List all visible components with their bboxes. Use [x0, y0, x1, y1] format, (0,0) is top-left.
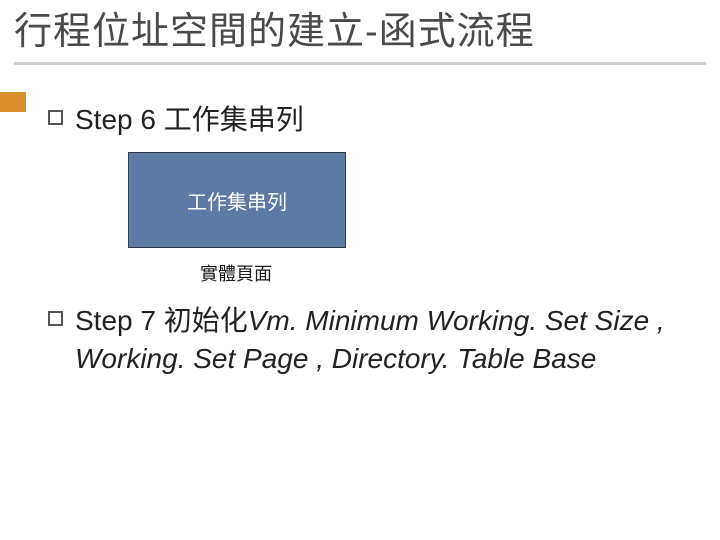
diagram-box-label: 工作集串列 [187, 186, 287, 215]
title-area: 行程位址空間的建立-函式流程 [0, 0, 720, 71]
slide: 行程位址空間的建立-函式流程 Step 6 工作集串列 工作集串列 實體頁面 S… [0, 0, 720, 540]
bullet-icon [48, 110, 63, 125]
diagram-caption: 實體頁面 [128, 260, 344, 286]
bullet-step7: Step 7 初始化Vm. Minimum Working. Set Size … [48, 302, 700, 378]
bullet-icon [48, 311, 63, 326]
step7-text: Step 7 初始化Vm. Minimum Working. Set Size … [75, 302, 700, 378]
diagram: 工作集串列 實體頁面 [128, 152, 348, 286]
diagram-box: 工作集串列 [128, 152, 346, 248]
slide-title: 行程位址空間的建立-函式流程 [14, 10, 706, 56]
bullet-step6: Step 6 工作集串列 [48, 101, 700, 139]
title-underline [14, 62, 706, 65]
accent-bar [0, 92, 26, 112]
slide-body: Step 6 工作集串列 工作集串列 實體頁面 Step 7 初始化Vm. Mi… [0, 71, 720, 378]
step6-text: Step 6 工作集串列 [75, 101, 304, 139]
step7-prefix: Step 7 初始化 [75, 305, 248, 336]
